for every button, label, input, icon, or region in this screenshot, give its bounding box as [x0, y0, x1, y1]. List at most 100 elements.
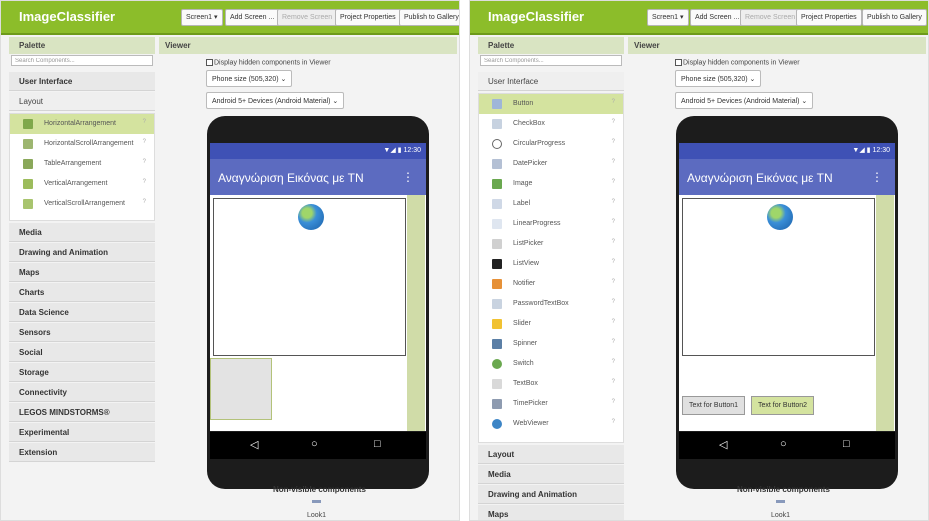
theme-select[interactable]: Android 5+ Devices (Android Material) ⌄ — [675, 92, 814, 109]
checkbox-icon[interactable] — [206, 59, 213, 66]
category-lego-mindstorms[interactable]: LEGOS MINDSTORMS® — [9, 403, 155, 422]
help-icon[interactable]: ? — [612, 159, 615, 165]
home-icon[interactable]: ○ — [311, 438, 318, 450]
category-storage[interactable]: Storage — [9, 363, 155, 382]
screen-dropdown-button[interactable]: Screen1 ▾ — [181, 9, 223, 26]
screen-scrollbar[interactable] — [876, 195, 894, 431]
help-icon[interactable]: ? — [612, 139, 615, 145]
component-vertical-arrangement[interactable]: VerticalArrangement ? — [10, 174, 154, 194]
back-icon[interactable]: ◁ — [250, 438, 258, 451]
recent-apps-icon[interactable]: □ — [843, 438, 850, 450]
category-drawing-animation[interactable]: Drawing and Animation — [478, 485, 624, 504]
component-horizontal-scroll-arrangement[interactable]: HorizontalScrollArrangement ? — [10, 134, 154, 154]
publish-gallery-button[interactable]: Publish to Gallery — [399, 9, 459, 26]
component-label[interactable]: Label? — [479, 194, 623, 214]
remove-screen-button[interactable]: Remove Screen — [740, 9, 801, 26]
overflow-menu-icon[interactable]: ⋮ — [871, 170, 883, 184]
category-charts[interactable]: Charts — [9, 283, 155, 302]
category-drawing-animation[interactable]: Drawing and Animation — [9, 243, 155, 262]
component-search-input[interactable] — [480, 55, 622, 66]
category-layout[interactable]: Layout — [478, 445, 624, 464]
category-social[interactable]: Social — [9, 343, 155, 362]
theme-select[interactable]: Android 5+ Devices (Android Material) ⌄ — [206, 92, 345, 109]
component-search-input[interactable] — [11, 55, 153, 66]
component-horizontal-arrangement[interactable]: HorizontalArrangement ? — [10, 114, 154, 134]
category-maps[interactable]: Maps — [478, 505, 624, 520]
help-icon[interactable]: ? — [612, 239, 615, 245]
category-user-interface[interactable]: User Interface — [9, 72, 155, 91]
help-icon[interactable]: ? — [612, 259, 615, 265]
phone-button-1[interactable]: Text for Button1 — [682, 396, 746, 415]
help-icon[interactable]: ? — [143, 179, 146, 185]
help-icon[interactable]: ? — [612, 279, 615, 285]
display-hidden-checkbox[interactable]: Display hidden components in Viewer — [675, 59, 800, 66]
display-hidden-checkbox[interactable]: Display hidden components in Viewer — [206, 59, 331, 66]
category-media[interactable]: Media — [9, 223, 155, 242]
component-checkbox[interactable]: CheckBox? — [479, 114, 623, 134]
overflow-menu-icon[interactable]: ⋮ — [402, 170, 414, 184]
component-list-picker[interactable]: ListPicker? — [479, 234, 623, 254]
help-icon[interactable]: ? — [612, 119, 615, 125]
help-icon[interactable]: ? — [612, 419, 615, 425]
help-icon[interactable]: ? — [612, 299, 615, 305]
component-table-arrangement[interactable]: TableArrangement ? — [10, 154, 154, 174]
component-button[interactable]: Button? — [479, 94, 623, 114]
screen-scrollbar[interactable] — [407, 195, 425, 431]
component-spinner[interactable]: Spinner? — [479, 334, 623, 354]
phone-button-2[interactable]: Text for Button2 — [751, 396, 815, 415]
screen-dropdown-button[interactable]: Screen1 ▾ — [647, 9, 689, 26]
phone-size-select[interactable]: Phone size (505,320) ⌄ — [675, 70, 762, 87]
component-switch[interactable]: Switch? — [479, 354, 623, 374]
help-icon[interactable]: ? — [612, 339, 615, 345]
category-extension[interactable]: Extension — [9, 443, 155, 462]
checkbox-icon[interactable] — [675, 59, 682, 66]
phone-size-select[interactable]: Phone size (505,320) ⌄ — [206, 70, 293, 87]
category-experimental[interactable]: Experimental — [9, 423, 155, 442]
component-circular-progress[interactable]: CircularProgress? — [479, 134, 623, 154]
image-canvas[interactable] — [213, 198, 406, 356]
project-properties-button[interactable]: Project Properties — [796, 9, 862, 26]
category-user-interface[interactable]: User Interface — [478, 72, 624, 91]
project-properties-button[interactable]: Project Properties — [335, 9, 401, 26]
category-sensors[interactable]: Sensors — [9, 323, 155, 342]
component-notifier[interactable]: Notifier? — [479, 274, 623, 294]
component-slider[interactable]: Slider? — [479, 314, 623, 334]
back-icon[interactable]: ◁ — [719, 438, 727, 451]
remove-screen-button[interactable]: Remove Screen — [277, 9, 338, 26]
component-image[interactable]: Image? — [479, 174, 623, 194]
category-connectivity[interactable]: Connectivity — [9, 383, 155, 402]
help-icon[interactable]: ? — [612, 179, 615, 185]
component-time-picker[interactable]: TimePicker? — [479, 394, 623, 414]
home-icon[interactable]: ○ — [780, 438, 787, 450]
help-icon[interactable]: ? — [612, 199, 615, 205]
component-list-view[interactable]: ListView? — [479, 254, 623, 274]
publish-gallery-button[interactable]: Publish to Gallery — [862, 9, 927, 26]
help-icon[interactable]: ? — [143, 119, 146, 125]
recent-apps-icon[interactable]: □ — [374, 438, 381, 450]
help-icon[interactable]: ? — [143, 199, 146, 205]
component-vertical-scroll-arrangement[interactable]: VerticalScrollArrangement ? — [10, 194, 154, 214]
category-layout[interactable]: Layout — [9, 92, 155, 111]
component-web-viewer[interactable]: WebViewer? — [479, 414, 623, 434]
help-icon[interactable]: ? — [612, 359, 615, 365]
component-password-textbox[interactable]: PasswordTextBox? — [479, 294, 623, 314]
category-data-science[interactable]: Data Science — [9, 303, 155, 322]
component-date-picker[interactable]: DatePicker? — [479, 154, 623, 174]
component-linear-progress[interactable]: LinearProgress? — [479, 214, 623, 234]
nonvisible-item-look1[interactable]: Look1 — [771, 512, 790, 519]
help-icon[interactable]: ? — [612, 219, 615, 225]
look-icon[interactable] — [776, 500, 785, 503]
horizontal-arrangement-block[interactable] — [210, 358, 272, 420]
add-screen-button[interactable]: Add Screen ... — [225, 9, 280, 26]
category-media[interactable]: Media — [478, 465, 624, 484]
look-icon[interactable] — [312, 500, 321, 503]
add-screen-button[interactable]: Add Screen ... — [690, 9, 745, 26]
help-icon[interactable]: ? — [612, 379, 615, 385]
help-icon[interactable]: ? — [143, 139, 146, 145]
nonvisible-item-look1[interactable]: Look1 — [307, 512, 326, 519]
category-maps[interactable]: Maps — [9, 263, 155, 282]
component-textbox[interactable]: TextBox? — [479, 374, 623, 394]
help-icon[interactable]: ? — [143, 159, 146, 165]
image-canvas[interactable] — [682, 198, 875, 356]
help-icon[interactable]: ? — [612, 319, 615, 325]
